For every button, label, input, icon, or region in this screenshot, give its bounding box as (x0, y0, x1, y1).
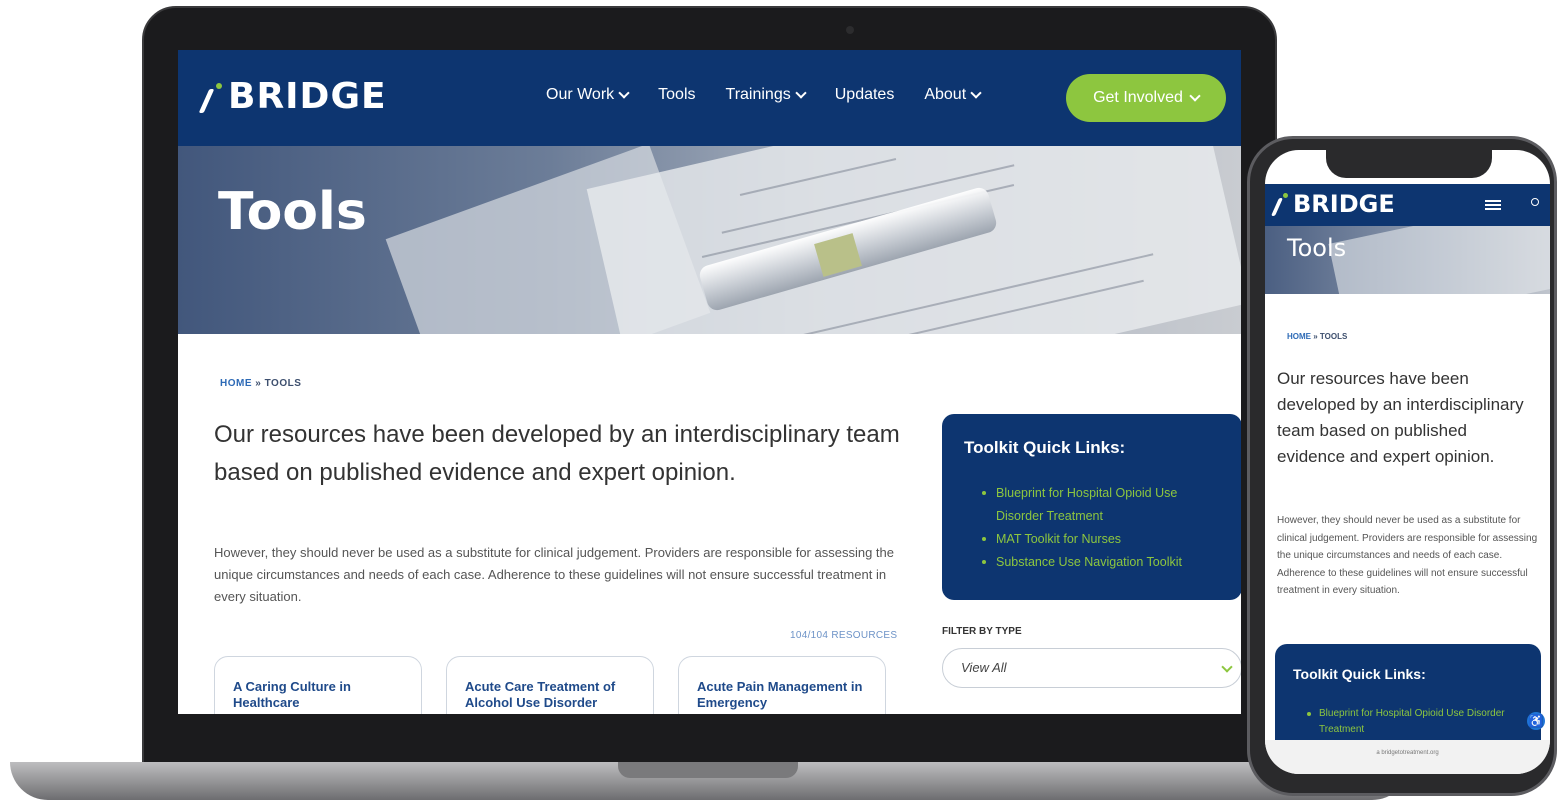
breadcrumb-separator: » (255, 378, 262, 389)
intro-body: However, they should never be used as a … (214, 545, 894, 604)
laptop-camera (846, 26, 854, 34)
logo-text: BRIDGE (1293, 190, 1395, 218)
get-involved-button[interactable]: Get Involved (1066, 74, 1226, 122)
mobile-page-title: Tools (1287, 234, 1347, 262)
breadcrumb-current: TOOLS (1319, 332, 1348, 341)
phone-screen: BRIDGE Tools HOME » TOOLS Our resources … (1265, 150, 1550, 774)
chevron-down-icon (970, 86, 982, 99)
chevron-down-icon (1221, 661, 1233, 673)
phone-notch (1326, 146, 1492, 178)
laptop-hinge-notch (618, 762, 798, 778)
bridge-logo-icon (198, 79, 228, 115)
nav-label: Trainings (725, 86, 791, 103)
hamburger-menu-icon[interactable] (1485, 200, 1501, 210)
site-header: BRIDGE Our Work Tools Trainings Updates (178, 50, 1241, 146)
mobile-site-logo[interactable]: BRIDGE (1270, 190, 1395, 218)
accessibility-icon[interactable]: ♿ (1527, 712, 1545, 730)
resource-card[interactable]: Acute Pain Management in Emergency (678, 656, 886, 714)
quick-link-item[interactable]: Substance Use Navigation Toolkit (964, 551, 1220, 574)
search-icon[interactable] (1531, 198, 1539, 206)
mobile-intro-body: However, they should never be used as a … (1277, 515, 1538, 596)
bridge-logo-icon (1270, 190, 1293, 218)
intro-lead: Our resources have been developed by an … (214, 421, 900, 486)
device-mockup: BRIDGE Our Work Tools Trainings Updates (0, 0, 1557, 801)
breadcrumb-home-link[interactable]: HOME (220, 378, 252, 389)
breadcrumb-separator: » (1313, 332, 1318, 341)
logo-text: BRIDGE (228, 76, 387, 117)
chevron-down-icon (795, 86, 807, 99)
mobile-toolkit-quick-links: Toolkit Quick Links: Blueprint for Hospi… (1275, 644, 1541, 754)
resource-card-title: A Caring Culture in Healthcare (233, 679, 351, 710)
breadcrumb-home-link[interactable]: HOME (1287, 332, 1311, 341)
nav-label: Updates (834, 86, 895, 103)
filter-type-select[interactable]: View All (942, 648, 1241, 688)
mobile-intro-lead: Our resources have been developed by an … (1277, 369, 1524, 466)
chevron-down-icon (618, 86, 630, 99)
quick-link-item[interactable]: MAT Toolkit for Nurses (964, 528, 1220, 551)
page-title: Tools (218, 182, 367, 242)
resource-count: 104/104 RESOURCES (790, 630, 898, 641)
mobile-hero-banner: Tools (1265, 226, 1550, 294)
mobile-url-bar: a bridgetotreatment.org (1265, 740, 1550, 774)
quick-links-title: Toolkit Quick Links: (1293, 666, 1426, 682)
resource-card[interactable]: Acute Care Treatment of Alcohol Use Diso… (446, 656, 654, 714)
breadcrumb-current: TOOLS (264, 378, 302, 389)
nav-label: About (924, 86, 967, 103)
main-nav: Our Work Tools Trainings Updates About (546, 86, 982, 104)
nav-item-about[interactable]: About (924, 86, 982, 104)
cta-label: Get Involved (1093, 89, 1183, 106)
resource-card-title: Acute Pain Management in Emergency (697, 679, 863, 710)
nav-label: Tools (658, 86, 696, 103)
resource-card-title: Acute Care Treatment of Alcohol Use Diso… (465, 679, 616, 710)
resource-card[interactable]: A Caring Culture in Healthcare (214, 656, 422, 714)
mobile-header: BRIDGE (1265, 184, 1550, 226)
nav-item-updates[interactable]: Updates (835, 86, 895, 104)
quick-link-item[interactable]: Blueprint for Hospital Opioid Use Disord… (1293, 706, 1523, 738)
hero-banner: Tools (178, 146, 1241, 334)
nav-item-tools[interactable]: Tools (658, 86, 695, 104)
nav-item-trainings[interactable]: Trainings (725, 86, 807, 104)
quick-links-title: Toolkit Quick Links: (964, 438, 1126, 457)
quick-link-item[interactable]: Blueprint for Hospital Opioid Use Disord… (964, 482, 1220, 528)
filter-by-type-label: FILTER BY TYPE (942, 626, 1022, 637)
laptop-screen: BRIDGE Our Work Tools Trainings Updates (178, 50, 1241, 714)
nav-item-our-work[interactable]: Our Work (546, 86, 630, 104)
breadcrumb: HOME » TOOLS (220, 378, 301, 389)
hero-photo-label-paper (1328, 226, 1550, 294)
toolkit-quick-links: Toolkit Quick Links: Blueprint for Hospi… (942, 414, 1241, 600)
nav-label: Our Work (546, 86, 615, 103)
filter-selected-value: View All (961, 660, 1007, 675)
chevron-down-icon (1189, 89, 1201, 102)
mobile-breadcrumb: HOME » TOOLS (1287, 332, 1347, 341)
site-logo[interactable]: BRIDGE (198, 76, 387, 117)
